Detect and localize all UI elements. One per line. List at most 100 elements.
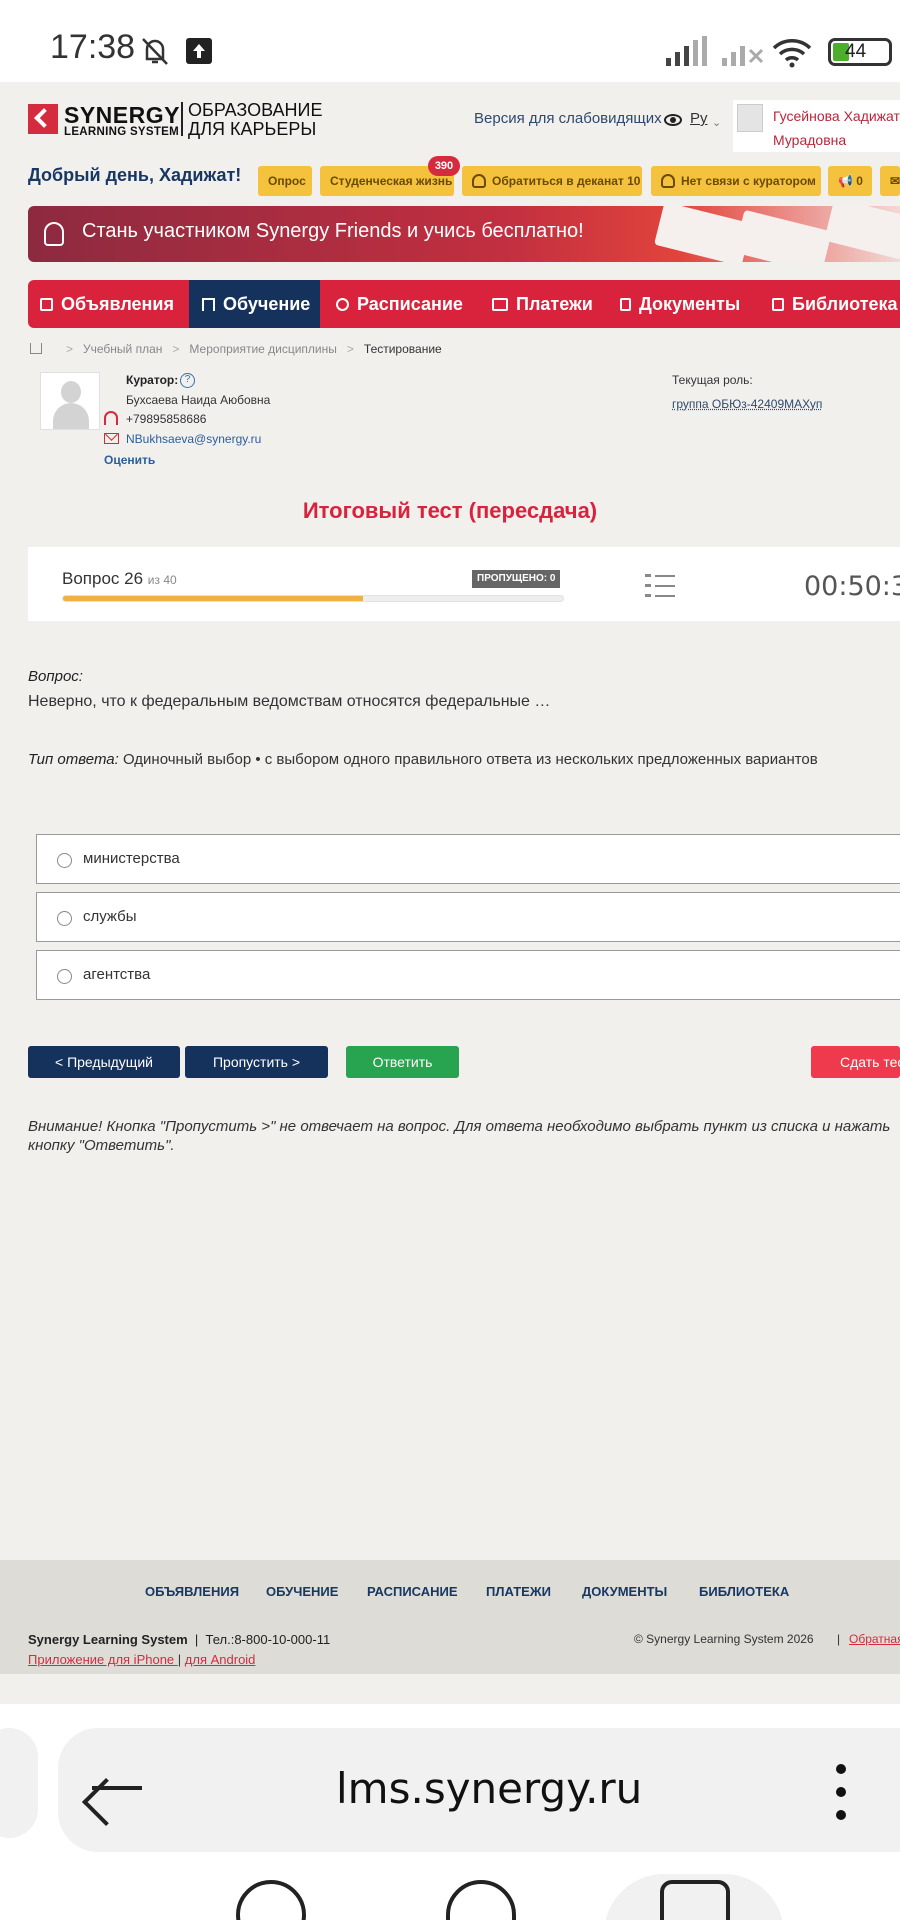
answer-option-label: министерства [83, 850, 180, 867]
radio-button[interactable] [57, 911, 72, 926]
notification-badge: 390 [428, 156, 460, 176]
user-name-second-line[interactable]: Мурадовна [773, 132, 846, 148]
curator-phone: +79895858686 [126, 412, 207, 426]
book-icon [772, 298, 784, 311]
question-number: Вопрос 26 [62, 569, 144, 588]
answer-option[interactable]: министерства [36, 834, 900, 884]
language-selector[interactable]: Ру [690, 110, 708, 127]
site-footer: ОБЪЯВЛЕНИЯ ОБУЧЕНИЕ РАСПИСАНИЕ ПЛАТЕЖИ Д… [0, 1560, 900, 1674]
banner-card-decoration [654, 206, 752, 262]
current-role-group-link[interactable]: группа ОБЮз-42409МАХуп [672, 397, 822, 411]
radio-button[interactable] [57, 969, 72, 984]
nav-label: Обучение [223, 294, 311, 314]
no-curator-contact-button[interactable]: Нет связи с куратором [651, 166, 821, 196]
status-time: 17:38 [50, 28, 136, 66]
graduation-cap-icon [202, 298, 215, 311]
cellular-signal-icon [666, 36, 707, 66]
nav-payments[interactable]: Платежи [480, 280, 618, 328]
wallet-icon [492, 298, 508, 311]
rate-curator-link[interactable]: Оценить [104, 453, 155, 467]
iphone-app-link[interactable]: Приложение для iPhone [28, 1652, 178, 1667]
accessibility-version-link[interactable]: Версия для слабовидящих [474, 110, 662, 127]
nav-label: Расписание [357, 294, 463, 314]
nav-schedule[interactable]: Расписание [324, 280, 474, 328]
headset-icon [661, 174, 675, 188]
nav-announcements[interactable]: Объявления [28, 280, 188, 328]
nav-documents[interactable]: Документы [608, 280, 758, 328]
curator-title: Куратор: [126, 373, 179, 387]
help-icon[interactable]: ? [180, 373, 195, 388]
nav-label: Объявления [61, 294, 174, 314]
footer-phone: Тел.:8-800-10-000-11 [205, 1632, 331, 1647]
footer-link-payments[interactable]: ПЛАТЕЖИ [486, 1584, 551, 1599]
banner-card-decoration [734, 209, 832, 262]
nav-library[interactable]: Библиотека [760, 280, 900, 328]
curator-email-link[interactable]: NBukhsaeva@synergy.ru [126, 432, 261, 446]
logo-subtitle: LEARNING SYSTEM [64, 126, 180, 138]
home-icon[interactable] [30, 343, 42, 354]
url-text[interactable]: lms.synergy.ru [336, 1764, 642, 1813]
answer-option[interactable]: агентства [36, 950, 900, 1000]
progress-bar-fill [63, 596, 363, 601]
user-menu[interactable]: Гусейнова Хадижат Мурадовна [733, 100, 900, 152]
headset-icon [472, 174, 486, 188]
main-navigation: Объявления Обучение Расписание Платежи Д… [28, 280, 900, 328]
footer-link-learning[interactable]: ОБУЧЕНИЕ [266, 1584, 338, 1599]
promo-banner[interactable]: Стань участником Synergy Friends и учись… [28, 206, 900, 262]
contact-dean-button[interactable]: Обратиться в деканат 10 [462, 166, 642, 196]
nav-label: Документы [639, 294, 741, 314]
question-list-icon[interactable] [645, 573, 675, 599]
radio-button[interactable] [57, 853, 72, 868]
breadcrumb: > Учебный план > Мероприятие дисциплины > Тес… [30, 342, 442, 356]
answer-option-label: службы [83, 908, 137, 925]
avatar[interactable] [737, 104, 763, 132]
footer-link-documents[interactable]: ДОКУМЕНТЫ [582, 1584, 667, 1599]
footer-link-schedule[interactable]: РАСПИСАНИЕ [367, 1584, 458, 1599]
megaphone-icon: 📢 [838, 174, 853, 188]
more-options-icon[interactable] [836, 1764, 846, 1820]
page-title: Итоговый тест (пересдача) [302, 498, 598, 523]
question-caption: Вопрос: [28, 668, 83, 685]
footer-brand: Synergy Learning System | Тел.:8-800-10-… [28, 1632, 331, 1647]
android-app-link[interactable]: для Android [185, 1652, 256, 1667]
curator-name: Бухсаева Наида Аюбовна [126, 393, 271, 407]
announcements-counter-button[interactable]: 📢 0 [828, 166, 872, 196]
footer-link-library[interactable]: БИБЛИОТЕКА [699, 1584, 789, 1599]
breadcrumb-study-plan[interactable]: Учебный план [83, 342, 162, 356]
previous-button[interactable]: < Предыдущий [28, 1046, 180, 1078]
submit-test-button[interactable]: Сдать тест [811, 1046, 900, 1078]
answer-button[interactable]: Ответить [346, 1046, 459, 1078]
assistant-icon[interactable] [236, 1880, 306, 1920]
copyright-text: © Synergy Learning System 2026 [634, 1632, 814, 1646]
wifi-icon [772, 39, 812, 68]
nav-learning[interactable]: Обучение [189, 280, 320, 328]
browser-toolbar: lms.synergy.ru [0, 1704, 900, 1920]
tab-switcher-edge[interactable] [0, 1728, 38, 1838]
footer-link-announcements[interactable]: ОБЪЯВЛЕНИЯ [145, 1584, 239, 1599]
user-name-first-line[interactable]: Гусейнова Хадижат [773, 108, 900, 124]
status-bar: 17:38 44 [0, 0, 900, 82]
logo-name[interactable]: SYNERGY [64, 102, 180, 129]
footer-app-links: Приложение для iPhone | для Android [28, 1652, 256, 1667]
question-total: из 40 [147, 573, 177, 587]
answer-option[interactable]: службы [36, 892, 900, 942]
back-arrow-icon[interactable] [92, 1786, 142, 1790]
mail-icon [104, 433, 119, 444]
breadcrumb-discipline-event[interactable]: Мероприятие дисциплины [189, 342, 336, 356]
home-shield-icon[interactable] [446, 1880, 516, 1920]
progress-bar [62, 595, 564, 602]
skip-button[interactable]: Пропустить > [185, 1046, 328, 1078]
question-counter: Вопрос 26 из 40 [62, 569, 177, 589]
student-life-label: Студенческая жизнь [330, 174, 453, 188]
synergy-logo-icon[interactable] [28, 104, 58, 134]
greeting: Добрый день, Хадижат! [28, 165, 242, 185]
chevron-down-icon[interactable]: ⌄ [712, 116, 721, 129]
messages-button[interactable]: ✉ [880, 166, 900, 196]
feedback-link[interactable]: Обратная [849, 1632, 900, 1646]
tabs-icon[interactable] [660, 1880, 730, 1920]
nav-label: Платежи [516, 294, 593, 314]
survey-button[interactable]: Опрос [258, 166, 312, 196]
question-text: Неверно, что к федеральным ведомствам от… [28, 693, 551, 710]
eye-icon[interactable] [664, 114, 682, 126]
nav-label: Библиотека [792, 294, 898, 314]
